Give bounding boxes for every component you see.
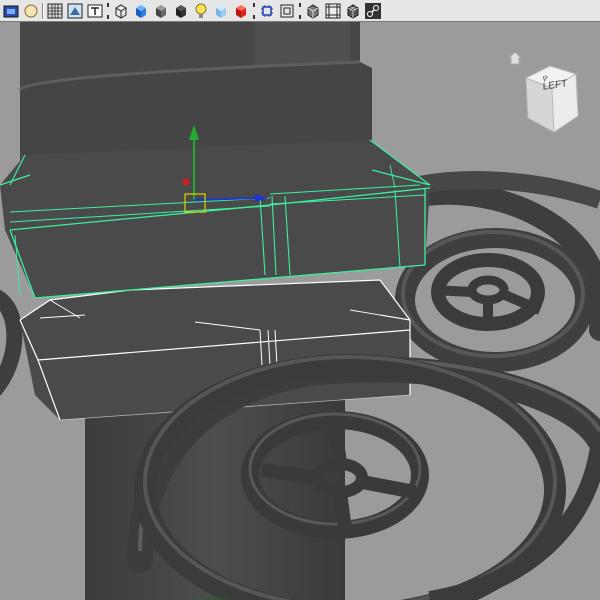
maya-viewport-app: P LEFT persp bbox=[0, 0, 600, 600]
3d-scene[interactable] bbox=[0, 22, 600, 600]
toolbar-separator bbox=[42, 2, 44, 19]
gate-mask-button[interactable] bbox=[304, 2, 322, 20]
shadows-icon bbox=[176, 4, 186, 18]
wireframe-on-shaded-icon bbox=[347, 3, 359, 19]
lock-camera-button[interactable] bbox=[22, 2, 40, 20]
default-light-icon bbox=[195, 3, 207, 18]
flat-shade-button[interactable] bbox=[152, 2, 170, 20]
toolbar-toggle[interactable] bbox=[298, 2, 302, 19]
xray-icon bbox=[261, 4, 273, 17]
grid-icon bbox=[47, 3, 63, 18]
x-axis-handle[interactable] bbox=[182, 178, 190, 186]
film-gate-icon bbox=[67, 3, 83, 18]
smooth-shade-icon bbox=[136, 4, 146, 18]
viewport-toolbar bbox=[0, 0, 600, 22]
select-camera-button[interactable] bbox=[2, 2, 20, 20]
film-gate-button[interactable] bbox=[66, 2, 84, 20]
grid-button[interactable] bbox=[46, 2, 64, 20]
isolate-select-icon bbox=[236, 4, 246, 18]
default-light-button[interactable] bbox=[192, 2, 210, 20]
safe-frame-button[interactable] bbox=[278, 2, 296, 20]
toolbar-toggle[interactable] bbox=[106, 2, 110, 19]
joint-xray-icon bbox=[365, 2, 381, 19]
safe-frame-icon bbox=[280, 4, 294, 17]
gate-mask-icon bbox=[307, 3, 319, 19]
wireframe-on-shaded-button[interactable] bbox=[344, 2, 362, 20]
field-chart-button[interactable] bbox=[324, 2, 342, 20]
smooth-shade-button[interactable] bbox=[132, 2, 150, 20]
view-cube[interactable]: P bbox=[522, 62, 582, 134]
textured-button[interactable] bbox=[212, 2, 230, 20]
resolution-gate-button[interactable] bbox=[86, 2, 104, 20]
lock-camera-icon bbox=[24, 4, 38, 17]
flat-shade-icon bbox=[156, 4, 166, 18]
toolbar-toggle[interactable] bbox=[252, 2, 256, 19]
joint-xray-button[interactable] bbox=[364, 2, 382, 20]
home-icon[interactable] bbox=[508, 51, 522, 65]
field-chart-icon bbox=[325, 3, 341, 18]
resolution-gate-icon bbox=[87, 4, 103, 17]
wireframe-icon bbox=[115, 3, 127, 19]
textured-icon bbox=[216, 4, 226, 18]
3d-viewport[interactable]: P LEFT persp bbox=[0, 22, 600, 600]
camera-name-label: persp bbox=[200, 594, 228, 600]
isolate-select-button[interactable] bbox=[232, 2, 250, 20]
select-camera-icon bbox=[3, 5, 19, 17]
wireframe-button[interactable] bbox=[112, 2, 130, 20]
xray-button[interactable] bbox=[258, 2, 276, 20]
shadows-button[interactable] bbox=[172, 2, 190, 20]
